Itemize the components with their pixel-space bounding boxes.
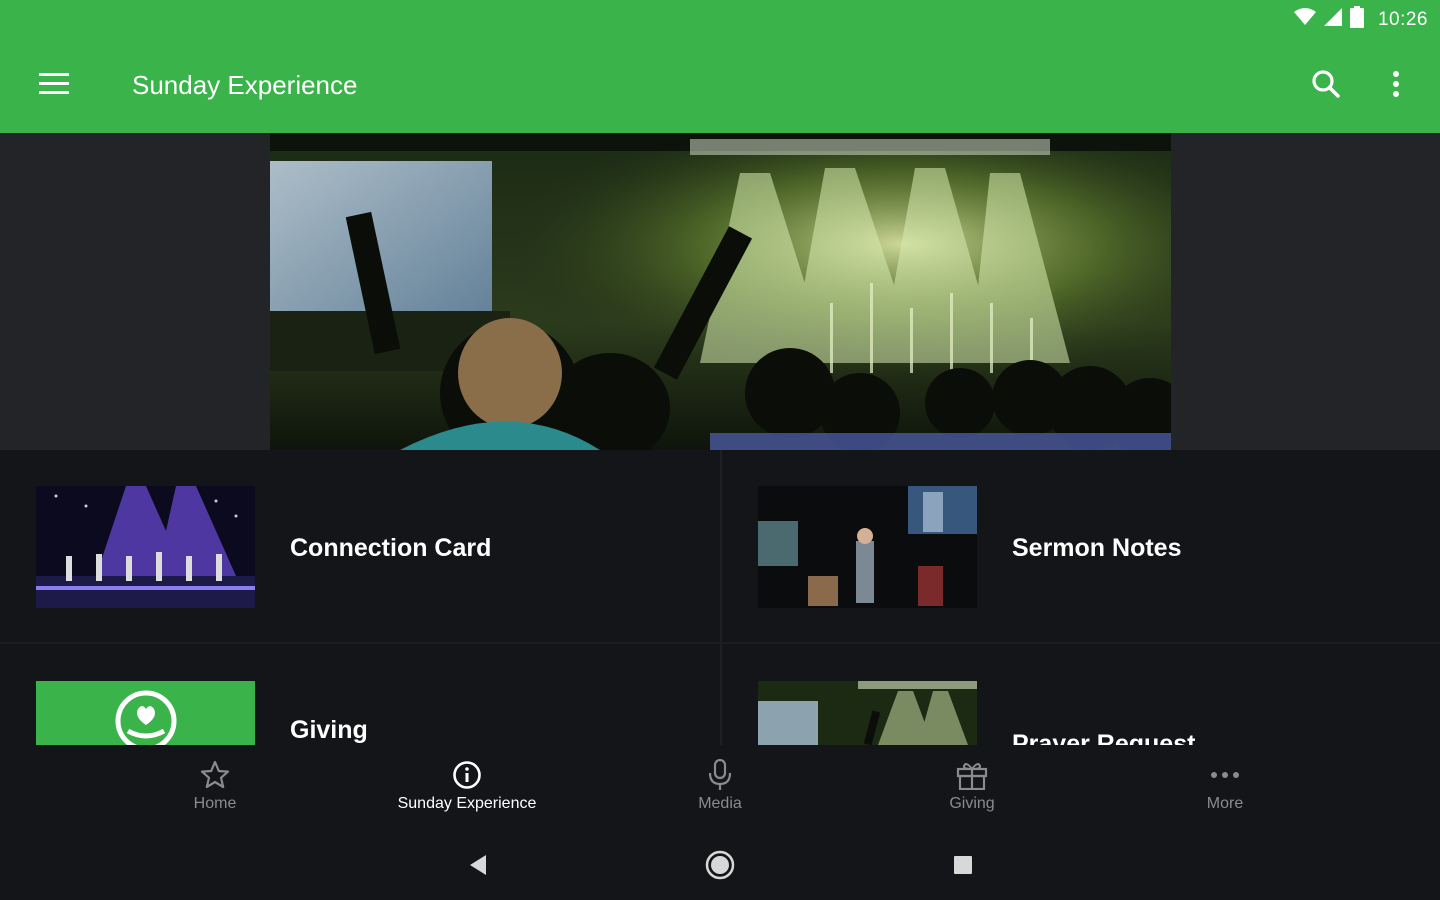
more-vertical-icon bbox=[1392, 70, 1400, 103]
system-back-button[interactable] bbox=[456, 847, 500, 887]
search-icon bbox=[1311, 69, 1341, 104]
gift-icon bbox=[956, 759, 988, 791]
tile-label: Connection Card bbox=[290, 534, 492, 562]
more-horizontal-icon bbox=[1210, 759, 1240, 791]
overflow-menu-button[interactable] bbox=[1372, 62, 1420, 110]
tile-label: Prayer Request bbox=[1012, 730, 1196, 745]
nav-label: Giving bbox=[949, 795, 995, 812]
search-button[interactable] bbox=[1302, 62, 1350, 110]
nav-label: Home bbox=[193, 795, 237, 812]
tile-sermon-notes[interactable]: Sermon Notes bbox=[722, 450, 1440, 642]
tile-connection-card[interactable]: Connection Card bbox=[0, 450, 720, 642]
screen: 10:26 Sunday Experience Connection Card … bbox=[0, 0, 1440, 900]
nav-item-home[interactable]: Home bbox=[115, 745, 315, 835]
nav-item-more[interactable]: More bbox=[1125, 745, 1325, 835]
tile-label: Giving bbox=[290, 716, 368, 744]
star-icon bbox=[200, 759, 230, 791]
nav-item-giving[interactable]: Giving bbox=[872, 745, 1072, 835]
sermon-notes-thumbnail bbox=[758, 486, 977, 608]
giving-thumbnail bbox=[36, 681, 255, 745]
prayer-request-thumbnail bbox=[758, 681, 977, 745]
connection-card-thumbnail bbox=[36, 486, 255, 608]
nav-label: More bbox=[1206, 795, 1244, 812]
nav-label: Sunday Experience bbox=[397, 795, 537, 812]
system-navigation-bar bbox=[0, 835, 1440, 900]
signal-icon bbox=[1323, 8, 1342, 32]
microphone-icon bbox=[705, 759, 735, 791]
system-recents-button[interactable] bbox=[941, 847, 985, 887]
hero-worship-image[interactable] bbox=[270, 133, 1171, 450]
menu-icon bbox=[39, 72, 69, 100]
status-time: 10:26 bbox=[1377, 9, 1428, 30]
nav-item-sunday-experience[interactable]: Sunday Experience bbox=[367, 745, 567, 835]
recents-icon bbox=[953, 855, 973, 880]
battery-icon bbox=[1349, 6, 1364, 34]
menu-button[interactable] bbox=[30, 62, 78, 110]
info-icon bbox=[452, 759, 482, 791]
status-bar: 10:26 bbox=[1293, 6, 1428, 34]
home-icon bbox=[705, 850, 735, 885]
nav-item-media[interactable]: Media bbox=[620, 745, 820, 835]
back-icon bbox=[468, 854, 488, 881]
page-title: Sunday Experience bbox=[132, 70, 358, 100]
wifi-icon bbox=[1293, 8, 1316, 32]
bottom-navigation: Home Sunday Experience Media Giving More bbox=[0, 745, 1440, 835]
app-bar: 10:26 Sunday Experience bbox=[0, 0, 1440, 133]
tile-giving[interactable]: Giving bbox=[0, 644, 720, 750]
system-home-button[interactable] bbox=[698, 847, 742, 887]
tile-prayer-request[interactable]: Prayer Request bbox=[722, 644, 1440, 745]
nav-label: Media bbox=[698, 795, 742, 812]
giving-hand-heart-icon bbox=[114, 689, 178, 745]
tile-label: Sermon Notes bbox=[1012, 534, 1182, 562]
